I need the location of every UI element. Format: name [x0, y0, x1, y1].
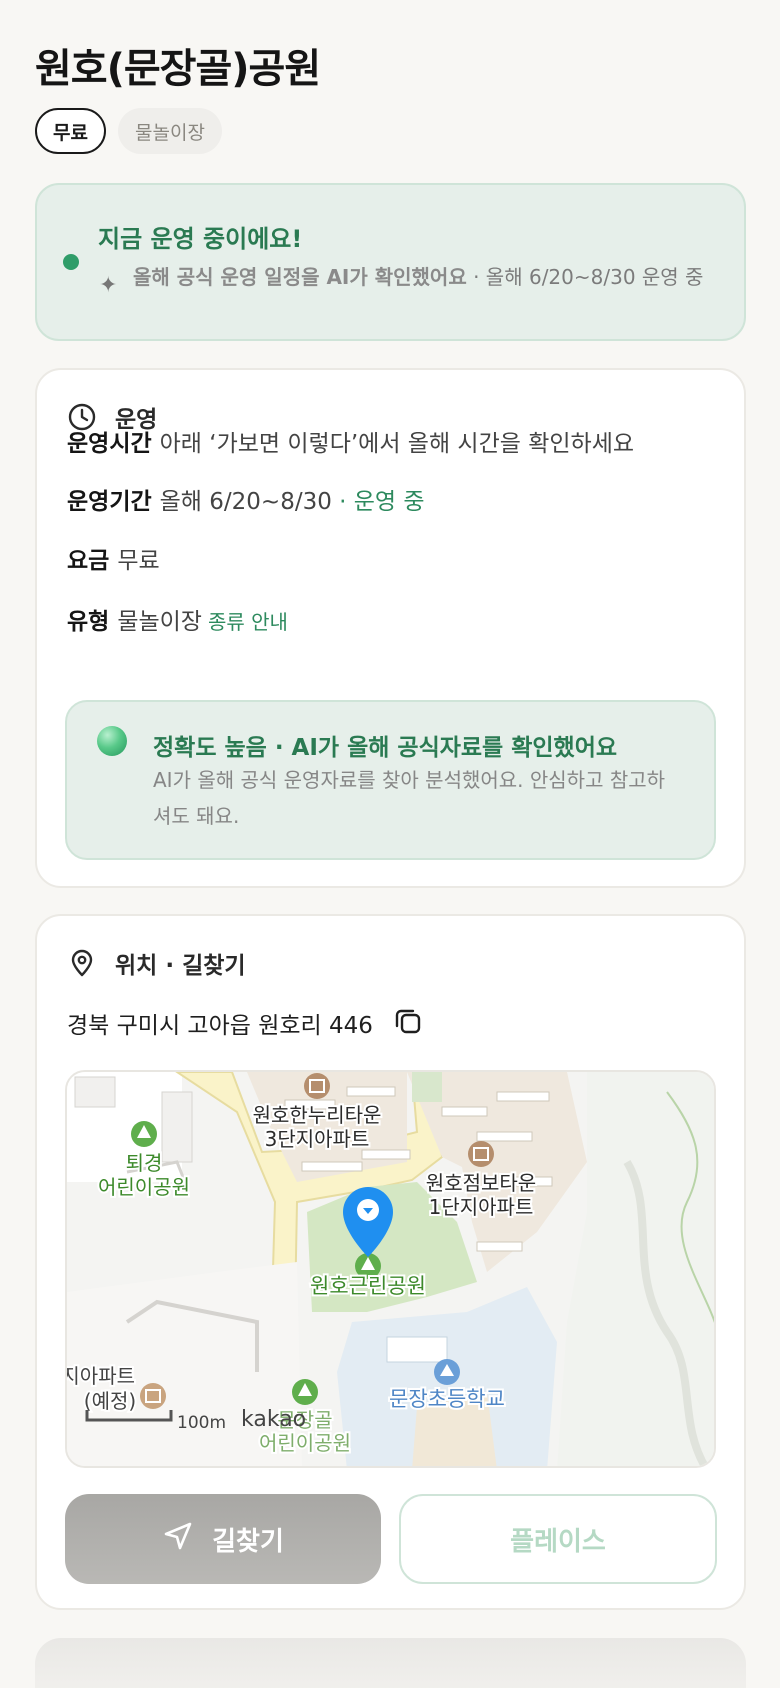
- row-hours: 운영시간 아래 ‘가보면 이렇다’에서 올해 시간을 확인하세요: [67, 424, 634, 458]
- row-type-key: 유형: [67, 609, 110, 635]
- sparkle-icon: ✦: [99, 273, 118, 298]
- route-button[interactable]: 길찾기: [65, 1494, 381, 1584]
- location-title: 위치 · 길찾기: [115, 953, 246, 979]
- map-label-park2-line2: 어린이공원: [259, 1431, 351, 1455]
- copy-icon[interactable]: [393, 1006, 423, 1040]
- place-detail-page: 원호(문장골)공원 무료 물놀이장 지금 운영 중이에요! ✦ 올해 공식 운영…: [0, 0, 780, 1688]
- row-type: 유형 물놀이장 종류 안내: [67, 602, 288, 636]
- chip-water-play[interactable]: 물놀이장: [117, 108, 222, 154]
- row-type-value: 물놀이장: [117, 609, 202, 635]
- map-label-park1-line2: 어린이공원: [98, 1175, 190, 1199]
- map-label-apt3-line2: (예정): [84, 1389, 136, 1413]
- map-label-park1-line1: 퇴경: [126, 1151, 163, 1175]
- map-label-apt1-line1: 원호한누리타운: [253, 1103, 382, 1127]
- map-label-apt1-line2: 3단지아파트: [265, 1127, 370, 1151]
- ai-check-text: 올해 공식 운영 일정을 AI가 확인했어요: [133, 265, 467, 289]
- accuracy-description: AI가 올해 공식 운영자료를 찾아 분석했어요. 안심하고 참고하셔도 돼요.: [153, 768, 666, 828]
- page-title: 원호(문장골)공원: [35, 46, 321, 92]
- row-fee: 요금 무료: [67, 541, 160, 575]
- map-label-main-park: 원호근린공원: [310, 1274, 426, 1298]
- row-hours-key: 운영시간: [67, 431, 152, 457]
- place-button[interactable]: 플레이스: [399, 1494, 717, 1584]
- map-provider-logo: kakao: [241, 1407, 306, 1432]
- map-label-apt2-line2: 1단지아파트: [429, 1195, 534, 1219]
- route-button-label: 길찾기: [212, 1526, 284, 1557]
- status-detail: · 올해 6/20~8/30 운영 중: [466, 265, 704, 289]
- operations-card: 운영 운영시간 아래 ‘가보면 이렇다’에서 올해 시간을 확인하세요 운영기간 올…: [35, 368, 746, 888]
- address-row: 경북 구미시 고아읍 원호리 446: [67, 1006, 423, 1040]
- map-view[interactable]: 원호한누리타운 3단지아파트 퇴경 어린이공원 원호점보타운 1단지아파트 원호…: [65, 1070, 716, 1468]
- location-card: 위치 · 길찾기 경북 구미시 고아읍 원호리 446 원호한누리타운 3단지아…: [35, 914, 746, 1610]
- navigation-arrow-icon: [162, 1520, 194, 1559]
- map-label-apt2-line1: 원호점보타운: [426, 1171, 536, 1195]
- type-guide-link[interactable]: 종류 안내: [208, 610, 288, 634]
- row-period-value: 올해 6/20~8/30: [159, 489, 332, 515]
- row-fee-value: 무료: [117, 548, 160, 574]
- status-headline: 지금 운영 중이에요!: [98, 225, 303, 253]
- row-period: 운영기간 올해 6/20~8/30 · 운영 중: [67, 482, 425, 516]
- map-label-apt3-line1: 지아파트: [67, 1364, 135, 1388]
- next-section-card: [35, 1638, 746, 1688]
- row-period-key: 운영기간: [67, 489, 152, 515]
- operating-status-banner: 지금 운영 중이에요! ✦ 올해 공식 운영 일정을 AI가 확인했어요 · 올…: [35, 183, 746, 341]
- location-pin-icon: [67, 948, 97, 978]
- ai-orb-icon: [97, 726, 127, 756]
- accuracy-title: 정확도 높음 · AI가 올해 공식자료를 확인했어요: [153, 735, 618, 761]
- row-period-status: · 운영 중: [331, 489, 425, 515]
- accuracy-notice: 정확도 높음 · AI가 올해 공식자료를 확인했어요 AI가 올해 공식 운영…: [65, 700, 716, 860]
- row-hours-value: 아래 ‘가보면 이렇다’에서 올해 시간을 확인하세요: [159, 431, 635, 457]
- address-text: 경북 구미시 고아읍 원호리 446: [67, 1013, 373, 1039]
- status-dot-icon: [63, 254, 79, 270]
- map-label-school: 문장초등학교: [389, 1387, 505, 1411]
- chip-free[interactable]: 무료: [35, 108, 106, 154]
- row-fee-key: 요금: [67, 548, 110, 574]
- status-description: 올해 공식 운영 일정을 AI가 확인했어요 · 올해 6/20~8/30 운영…: [133, 263, 728, 291]
- location-header: 위치 · 길찾기: [67, 946, 246, 980]
- map-scale-label: 100m: [177, 1413, 226, 1433]
- tag-chips: 무료 물놀이장: [35, 108, 222, 154]
